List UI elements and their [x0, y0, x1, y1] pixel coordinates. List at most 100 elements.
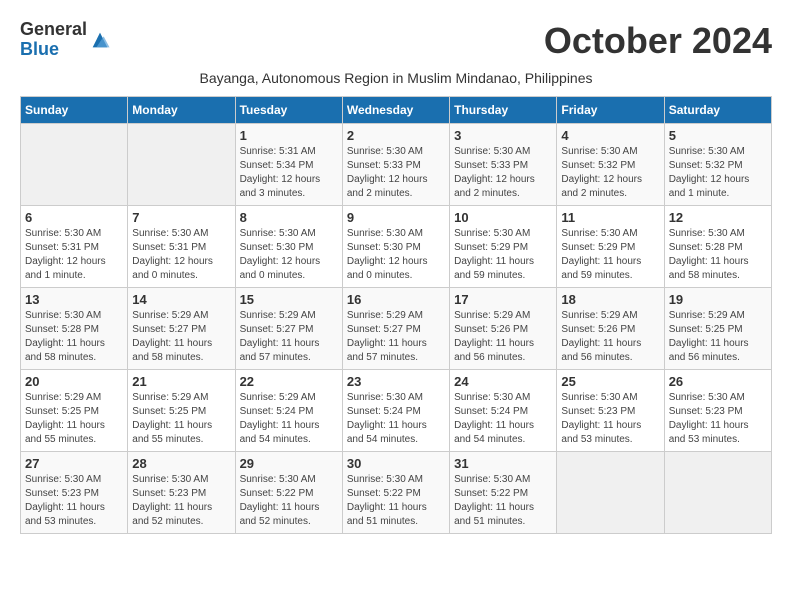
- calendar-cell: 25 Sunrise: 5:30 AM Sunset: 5:23 PM Dayli…: [557, 370, 664, 452]
- header-sunday: Sunday: [21, 97, 128, 124]
- day-number: 23: [347, 374, 445, 389]
- calendar-cell: 22 Sunrise: 5:29 AM Sunset: 5:24 PM Dayli…: [235, 370, 342, 452]
- day-number: 10: [454, 210, 552, 225]
- calendar-week-row: 6 Sunrise: 5:30 AM Sunset: 5:31 PM Daylig…: [21, 206, 772, 288]
- calendar-cell: 21 Sunrise: 5:29 AM Sunset: 5:25 PM Dayli…: [128, 370, 235, 452]
- month-title: October 2024: [544, 20, 772, 62]
- day-number: 16: [347, 292, 445, 307]
- day-info: Sunrise: 5:29 AM Sunset: 5:25 PM Dayligh…: [669, 309, 767, 365]
- day-number: 25: [561, 374, 659, 389]
- calendar-cell: 6 Sunrise: 5:30 AM Sunset: 5:31 PM Daylig…: [21, 206, 128, 288]
- logo-blue-text: Blue: [20, 40, 87, 60]
- day-number: 19: [669, 292, 767, 307]
- calendar-cell: 14 Sunrise: 5:29 AM Sunset: 5:27 PM Dayli…: [128, 288, 235, 370]
- calendar-cell: 2 Sunrise: 5:30 AM Sunset: 5:33 PM Daylig…: [342, 124, 449, 206]
- calendar-cell: [21, 124, 128, 206]
- day-number: 21: [132, 374, 230, 389]
- day-info: Sunrise: 5:30 AM Sunset: 5:30 PM Dayligh…: [347, 227, 445, 283]
- calendar-cell: 8Sunrise: 5:30 AM Sunset: 5:30 PM Daylig…: [235, 206, 342, 288]
- day-info: Sunrise: 5:30 AM Sunset: 5:22 PM Dayligh…: [454, 473, 552, 529]
- calendar-week-row: 1Sunrise: 5:31 AM Sunset: 5:34 PM Daylig…: [21, 124, 772, 206]
- header-tuesday: Tuesday: [235, 97, 342, 124]
- calendar-cell: 24 Sunrise: 5:30 AM Sunset: 5:24 PM Dayli…: [450, 370, 557, 452]
- logo-general-text: General: [20, 20, 87, 40]
- day-info: Sunrise: 5:30 AM Sunset: 5:28 PM Dayligh…: [669, 227, 767, 283]
- day-info: Sunrise: 5:29 AM Sunset: 5:27 PM Dayligh…: [132, 309, 230, 365]
- day-number: 18: [561, 292, 659, 307]
- day-number: 26: [669, 374, 767, 389]
- day-number: 13: [25, 292, 123, 307]
- calendar-cell: 31 Sunrise: 5:30 AM Sunset: 5:22 PM Dayli…: [450, 452, 557, 534]
- calendar-cell: 23Sunrise: 5:30 AM Sunset: 5:24 PM Dayli…: [342, 370, 449, 452]
- header-monday: Monday: [128, 97, 235, 124]
- calendar-cell: [557, 452, 664, 534]
- day-number: 22: [240, 374, 338, 389]
- day-info: Sunrise: 5:30 AM Sunset: 5:23 PM Dayligh…: [561, 391, 659, 447]
- calendar-cell: 28Sunrise: 5:30 AM Sunset: 5:23 PM Dayli…: [128, 452, 235, 534]
- day-number: 1: [240, 128, 338, 143]
- day-number: 29: [240, 456, 338, 471]
- logo-icon: [89, 29, 111, 51]
- day-number: 24: [454, 374, 552, 389]
- day-number: 20: [25, 374, 123, 389]
- header-thursday: Thursday: [450, 97, 557, 124]
- calendar-cell: 16 Sunrise: 5:29 AM Sunset: 5:27 PM Dayli…: [342, 288, 449, 370]
- calendar-cell: 7 Sunrise: 5:30 AM Sunset: 5:31 PM Daylig…: [128, 206, 235, 288]
- day-number: 12: [669, 210, 767, 225]
- calendar-cell: 19 Sunrise: 5:29 AM Sunset: 5:25 PM Dayli…: [664, 288, 771, 370]
- calendar-cell: 1Sunrise: 5:31 AM Sunset: 5:34 PM Daylig…: [235, 124, 342, 206]
- day-info: Sunrise: 5:30 AM Sunset: 5:31 PM Dayligh…: [132, 227, 230, 283]
- calendar-header-row: SundayMondayTuesdayWednesdayThursdayFrid…: [21, 97, 772, 124]
- day-info: Sunrise: 5:30 AM Sunset: 5:33 PM Dayligh…: [454, 145, 552, 201]
- calendar-cell: [664, 452, 771, 534]
- logo: General Blue: [20, 20, 111, 60]
- day-number: 6: [25, 210, 123, 225]
- day-info: Sunrise: 5:29 AM Sunset: 5:26 PM Dayligh…: [454, 309, 552, 365]
- day-info: Sunrise: 5:30 AM Sunset: 5:32 PM Dayligh…: [669, 145, 767, 201]
- day-info: Sunrise: 5:30 AM Sunset: 5:29 PM Dayligh…: [561, 227, 659, 283]
- day-info: Sunrise: 5:30 AM Sunset: 5:33 PM Dayligh…: [347, 145, 445, 201]
- calendar-cell: 18 Sunrise: 5:29 AM Sunset: 5:26 PM Dayli…: [557, 288, 664, 370]
- calendar-cell: 26 Sunrise: 5:30 AM Sunset: 5:23 PM Dayli…: [664, 370, 771, 452]
- day-info: Sunrise: 5:29 AM Sunset: 5:27 PM Dayligh…: [347, 309, 445, 365]
- day-number: 7: [132, 210, 230, 225]
- calendar-cell: 15 Sunrise: 5:29 AM Sunset: 5:27 PM Dayli…: [235, 288, 342, 370]
- calendar-week-row: 20 Sunrise: 5:29 AM Sunset: 5:25 PM Dayli…: [21, 370, 772, 452]
- day-info: Sunrise: 5:29 AM Sunset: 5:24 PM Dayligh…: [240, 391, 338, 447]
- calendar-cell: 20 Sunrise: 5:29 AM Sunset: 5:25 PM Dayli…: [21, 370, 128, 452]
- header-saturday: Saturday: [664, 97, 771, 124]
- day-number: 9: [347, 210, 445, 225]
- day-number: 28: [132, 456, 230, 471]
- day-number: 17: [454, 292, 552, 307]
- day-number: 15: [240, 292, 338, 307]
- day-number: 2: [347, 128, 445, 143]
- day-number: 14: [132, 292, 230, 307]
- day-info: Sunrise: 5:29 AM Sunset: 5:27 PM Dayligh…: [240, 309, 338, 365]
- calendar-week-row: 13 Sunrise: 5:30 AM Sunset: 5:28 PM Dayli…: [21, 288, 772, 370]
- day-info: Sunrise: 5:30 AM Sunset: 5:23 PM Dayligh…: [669, 391, 767, 447]
- day-number: 30: [347, 456, 445, 471]
- day-info: Sunrise: 5:29 AM Sunset: 5:25 PM Dayligh…: [132, 391, 230, 447]
- calendar-cell: 5Sunrise: 5:30 AM Sunset: 5:32 PM Daylig…: [664, 124, 771, 206]
- header-wednesday: Wednesday: [342, 97, 449, 124]
- day-number: 31: [454, 456, 552, 471]
- calendar-cell: 3Sunrise: 5:30 AM Sunset: 5:33 PM Daylig…: [450, 124, 557, 206]
- day-info: Sunrise: 5:30 AM Sunset: 5:31 PM Dayligh…: [25, 227, 123, 283]
- day-info: Sunrise: 5:30 AM Sunset: 5:22 PM Dayligh…: [347, 473, 445, 529]
- calendar-cell: 12 Sunrise: 5:30 AM Sunset: 5:28 PM Dayli…: [664, 206, 771, 288]
- subtitle: Bayanga, Autonomous Region in Muslim Min…: [20, 70, 772, 86]
- day-number: 4: [561, 128, 659, 143]
- day-info: Sunrise: 5:29 AM Sunset: 5:25 PM Dayligh…: [25, 391, 123, 447]
- calendar-cell: 17 Sunrise: 5:29 AM Sunset: 5:26 PM Dayli…: [450, 288, 557, 370]
- day-number: 8: [240, 210, 338, 225]
- header-friday: Friday: [557, 97, 664, 124]
- day-info: Sunrise: 5:30 AM Sunset: 5:22 PM Dayligh…: [240, 473, 338, 529]
- calendar-cell: 30 Sunrise: 5:30 AM Sunset: 5:22 PM Dayli…: [342, 452, 449, 534]
- day-info: Sunrise: 5:30 AM Sunset: 5:29 PM Dayligh…: [454, 227, 552, 283]
- day-info: Sunrise: 5:30 AM Sunset: 5:23 PM Dayligh…: [25, 473, 123, 529]
- calendar-table: SundayMondayTuesdayWednesdayThursdayFrid…: [20, 96, 772, 534]
- page-header: General Blue October 2024: [20, 20, 772, 62]
- day-info: Sunrise: 5:29 AM Sunset: 5:26 PM Dayligh…: [561, 309, 659, 365]
- day-info: Sunrise: 5:30 AM Sunset: 5:24 PM Dayligh…: [454, 391, 552, 447]
- day-info: Sunrise: 5:30 AM Sunset: 5:28 PM Dayligh…: [25, 309, 123, 365]
